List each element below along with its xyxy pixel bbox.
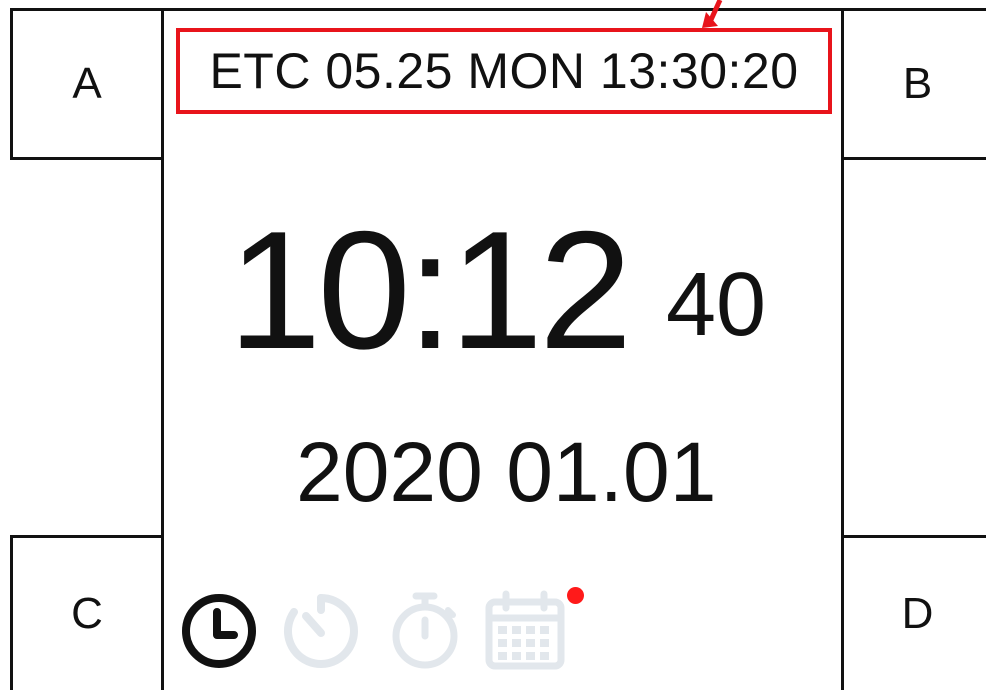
button-a-label: A xyxy=(72,59,102,108)
clock-time: 10:12 xyxy=(228,196,632,384)
calendar-badge xyxy=(567,587,584,604)
button-c-label: C xyxy=(71,589,103,638)
button-b[interactable]: B xyxy=(841,8,986,160)
timer-icon[interactable] xyxy=(280,590,362,672)
status-banner: ETC 05.25 MON 13:30:20 xyxy=(176,28,832,114)
clock-seconds: 40 xyxy=(666,255,767,355)
button-d[interactable]: D xyxy=(841,535,986,690)
stopwatch-icon[interactable] xyxy=(384,590,466,672)
frame-top-line xyxy=(161,8,844,11)
status-banner-text: ETC 05.25 MON 13:30:20 xyxy=(209,43,799,99)
clock-date: 2020 01.01 xyxy=(296,425,717,519)
annotation-arrow-icon xyxy=(702,0,723,28)
button-d-label: D xyxy=(901,589,934,638)
button-b-label: B xyxy=(902,59,933,108)
calendar-icon[interactable] xyxy=(484,590,566,672)
clock-icon[interactable] xyxy=(178,590,260,672)
button-a[interactable]: A xyxy=(10,8,164,160)
button-c[interactable]: C xyxy=(10,535,164,690)
